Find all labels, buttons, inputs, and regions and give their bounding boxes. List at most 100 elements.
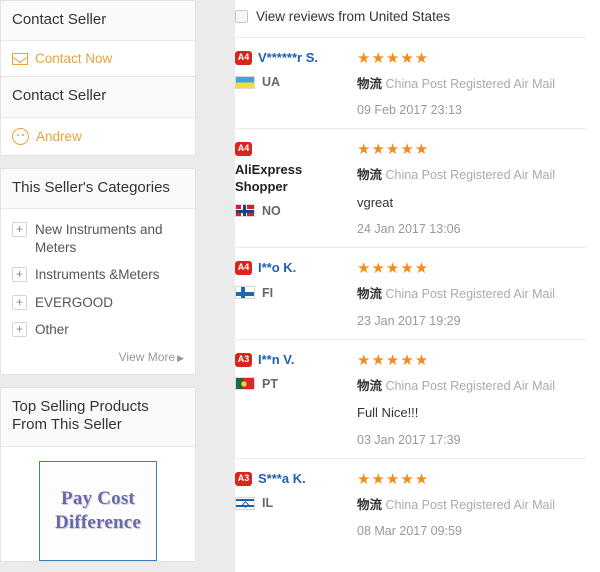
star-rating: ★★★★★ (357, 470, 430, 488)
category-label: New Instruments and Meters (35, 221, 163, 256)
logistics-line: 物流 China Post Registered Air Mail (357, 76, 586, 92)
envelope-icon (12, 52, 28, 65)
contact-seller-title: Contact Seller (1, 1, 195, 42)
logistics-method: China Post Registered Air Mail (385, 168, 556, 183)
country-code: IL (262, 496, 274, 511)
page-root: Contact Seller Contact Now Contact Selle… (0, 0, 600, 572)
reviewer-block: A4 I**o K. FI (235, 260, 357, 327)
review-comment: Full Nice!!! (357, 404, 419, 420)
expand-plus-icon[interactable]: + (12, 321, 27, 337)
category-label: EVERGOOD (35, 294, 114, 310)
reviewer-block: A4 V******r S. UA (235, 50, 357, 117)
view-more-label: View More (118, 349, 176, 364)
reviewer-name: AliExpress Shopper (235, 162, 303, 194)
star-rating: ★★★★★ (357, 260, 430, 278)
review-body: ★★★★★ 物流 China Post Registered Air Mail … (357, 352, 586, 447)
category-item[interactable]: + New Instruments and Meters (12, 217, 184, 262)
logistics-label-cn: 物流 (357, 496, 383, 512)
logistics-label-cn: 物流 (357, 377, 383, 393)
reviewer-name[interactable]: S***a K. (258, 471, 306, 487)
view-more-link[interactable]: View More ▶ (1, 347, 195, 374)
category-label: Other (35, 321, 69, 337)
reviewer-country: FI (235, 286, 351, 300)
category-item[interactable]: + EVERGOOD (12, 290, 184, 317)
seller-categories-title: This Seller's Categories (1, 168, 195, 209)
logistics-method: China Post Registered Air Mail (385, 77, 556, 91)
buyer-level-badge: A4 (235, 142, 252, 157)
logistics-label-cn: 物流 (357, 167, 383, 183)
review-row: A3 S***a K. IL ★★★★★ 物流 China Post Regis… (235, 459, 586, 549)
review-body: ★★★★★ 物流 China Post Registered Air Mail … (357, 260, 586, 327)
flag-icon-il (235, 496, 255, 510)
reviewer-block: A4 AliExpress Shopper NO (235, 141, 357, 236)
product-thumbnail[interactable]: Pay Cost Difference (39, 460, 157, 561)
avatar-icon (12, 127, 29, 145)
view-reviews-label: View reviews from United States (256, 9, 451, 24)
expand-plus-icon[interactable]: + (12, 294, 27, 310)
reviews-filter-row[interactable]: View reviews from United States (235, 0, 586, 38)
logistics-line: 物流 China Post Registered Air Mail (357, 378, 586, 394)
product-title-line-1: Pay Cost (61, 487, 135, 509)
country-code: UA (262, 75, 281, 90)
reviewer-block: A3 S***a K. IL (235, 471, 357, 538)
country-code: PT (262, 376, 278, 391)
expand-plus-icon[interactable]: + (12, 267, 27, 283)
review-date: 09 Feb 2017 23:13 (357, 103, 462, 118)
category-item[interactable]: + Other (12, 317, 184, 344)
buyer-level-badge: A3 (235, 471, 252, 486)
buyer-level-badge: A4 (235, 261, 252, 276)
contact-now-row[interactable]: Contact Now (1, 41, 195, 77)
review-date: 23 Jan 2017 19:29 (357, 313, 461, 328)
star-rating: ★★★★★ (357, 351, 430, 369)
logistics-line: 物流 China Post Registered Air Mail (357, 286, 586, 302)
contact-now-link[interactable]: Contact Now (35, 51, 112, 66)
reviewer-name[interactable]: V******r S. (258, 50, 318, 66)
logistics-label-cn: 物流 (357, 286, 383, 302)
top-selling-title: Top Selling Products From This Seller (1, 387, 195, 447)
buyer-level-badge: A4 (235, 51, 252, 65)
review-row: A4 AliExpress Shopper NO ★★★★★ 物流 China … (235, 129, 586, 249)
top-selling-panel: Top Selling Products From This Seller Pa… (0, 386, 196, 562)
flag-icon-pt (235, 377, 255, 391)
review-body: ★★★★★ 物流 China Post Registered Air Mail … (357, 471, 586, 538)
category-label: Instruments &Meters (35, 267, 160, 283)
logistics-line: 物流 China Post Registered Air Mail (357, 167, 586, 183)
reviewer-country: IL (235, 496, 351, 510)
seller-name-link[interactable]: Andrew (36, 129, 82, 144)
logistics-method: China Post Registered Air Mail (385, 378, 556, 393)
star-rating: ★★★★★ (357, 141, 430, 159)
reviewer-country: PT (235, 377, 351, 391)
seller-name-row[interactable]: Andrew (1, 117, 195, 155)
chevron-right-icon: ▶ (177, 352, 184, 363)
flag-icon-no (235, 204, 255, 218)
logistics-line: 物流 China Post Registered Air Mail (357, 497, 586, 513)
review-row: A4 I**o K. FI ★★★★★ 物流 China Post Regist… (235, 248, 586, 340)
buyer-level-badge: A3 (235, 352, 252, 367)
reviewer-block: A3 I**n V. PT (235, 352, 357, 447)
review-date: 08 Mar 2017 09:59 (357, 524, 462, 539)
view-reviews-checkbox[interactable] (235, 10, 248, 23)
category-list: + New Instruments and Meters + Instrumen… (1, 208, 195, 348)
expand-plus-icon[interactable]: + (12, 221, 27, 237)
category-item[interactable]: + Instruments &Meters (12, 262, 184, 289)
reviewer-name[interactable]: I**n V. (258, 352, 294, 368)
sidebar: Contact Seller Contact Now Contact Selle… (0, 0, 196, 572)
country-code: NO (262, 203, 281, 218)
column-gap (196, 0, 235, 572)
country-code: FI (262, 285, 274, 300)
product-title-line-2: Difference (54, 511, 142, 533)
reviewer-country: UA (235, 75, 351, 89)
seller-info-panel: Contact Seller Andrew (0, 77, 196, 156)
flag-icon-ua (235, 75, 255, 89)
seller-categories-panel: This Seller's Categories + New Instrumen… (0, 167, 196, 375)
product-thumbnail-wrap[interactable]: Pay Cost Difference (1, 446, 195, 561)
logistics-method: China Post Registered Air Mail (385, 287, 556, 302)
reviews-section: View reviews from United States A4 V****… (235, 0, 600, 572)
review-row: A4 V******r S. UA ★★★★★ 物流 China Post Re… (235, 38, 586, 130)
review-row: A3 I**n V. PT ★★★★★ 物流 China Post Regist… (235, 340, 586, 459)
review-body: ★★★★★ 物流 China Post Registered Air Mail … (357, 50, 586, 117)
review-comment: vgreat (357, 194, 394, 210)
reviewer-name[interactable]: I**o K. (258, 260, 296, 276)
